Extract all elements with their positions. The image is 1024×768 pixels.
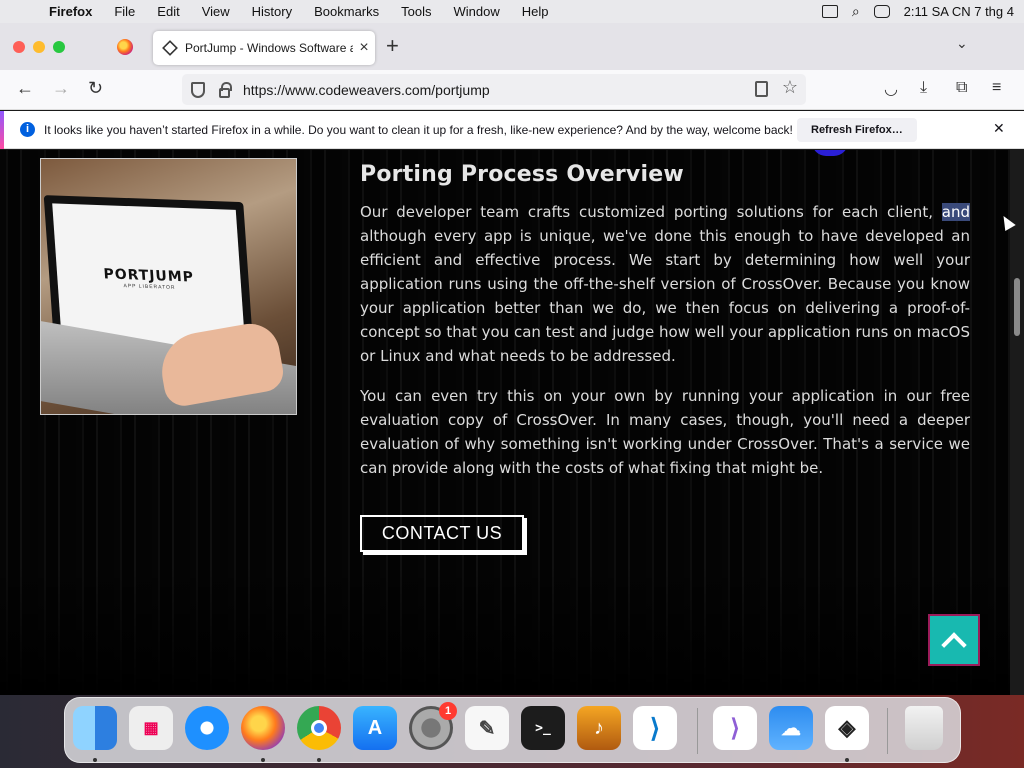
menu-file[interactable]: File (103, 0, 146, 23)
minimize-window-button[interactable] (33, 41, 45, 53)
navigation-bar: ← → ↻ https://www.codeweavers.com/portju… (0, 70, 1024, 110)
list-all-tabs-icon[interactable]: ⌄ (956, 35, 968, 52)
menu-app-name[interactable]: Firefox (38, 0, 103, 23)
section-title: Porting Process Overview (360, 162, 684, 187)
firefox-icon[interactable] (241, 706, 285, 750)
new-tab-icon[interactable]: + (386, 33, 399, 59)
bookmark-star-icon[interactable]: ☆ (782, 77, 798, 98)
finder-running-indicator (93, 758, 97, 762)
firefox-view-icon[interactable] (117, 39, 133, 55)
terminal-prompt-glyph: >_ (535, 720, 551, 736)
weather-icon[interactable]: ☁ (769, 706, 813, 750)
refresh-firefox-notification: i It looks like you haven’t started Fire… (0, 111, 1024, 149)
tab-strip: PortJump - Windows Software a × + ⌄ (0, 23, 1024, 70)
menu-tools[interactable]: Tools (390, 0, 442, 23)
macos-menu-bar: Firefox File Edit View History Bookmarks… (0, 0, 1024, 23)
decorative-blue-shape (812, 150, 848, 156)
notification-message: It looks like you haven’t started Firefo… (44, 122, 793, 137)
info-icon: i (20, 122, 35, 137)
screen-mirroring-icon[interactable] (821, 5, 838, 18)
menu-edit[interactable]: Edit (146, 0, 190, 23)
chrome-running-indicator (317, 758, 321, 762)
scrollbar-thumb[interactable] (1014, 278, 1020, 336)
dock-separator (697, 708, 698, 754)
close-notification-icon[interactable]: ✕ (993, 120, 1005, 137)
app-store-icon[interactable]: A (353, 706, 397, 750)
back-to-top-button[interactable] (928, 614, 980, 666)
selected-text: and (941, 203, 970, 221)
url-text[interactable]: https://www.codeweavers.com/portjump (243, 82, 490, 98)
tracking-protection-shield-icon[interactable] (191, 81, 205, 98)
refresh-firefox-button[interactable]: Refresh Firefox… (797, 118, 917, 142)
firefox-running-indicator (261, 758, 265, 762)
portjump-laptop-image: PORTJUMP APP LIBERATOR (40, 158, 297, 415)
menu-view[interactable]: View (191, 0, 241, 23)
extensions-icon[interactable]: ⧉ (956, 79, 967, 97)
codeweavers-favicon-icon (162, 40, 178, 56)
site-security-lock-icon[interactable] (219, 81, 232, 98)
dock-separator-trash (887, 708, 888, 754)
portjump-logo: PORTJUMP (103, 266, 195, 286)
trash-icon[interactable] (905, 706, 943, 750)
chrome-icon[interactable] (297, 706, 341, 750)
textedit-icon[interactable]: ✎ (465, 706, 509, 750)
settings-notification-badge: 1 (439, 702, 457, 720)
reader-view-icon[interactable] (755, 81, 768, 97)
paragraph-evaluation: You can even try this on your own by run… (360, 387, 970, 477)
pocket-icon[interactable]: ◡ (884, 79, 898, 99)
close-window-button[interactable] (13, 41, 25, 53)
paragraph-process-text-start: Our developer team crafts customized por… (360, 203, 942, 221)
macos-dock: ▦ A 1 ✎ >_ ♪ ⟩ ⟩ ☁ ◈ (64, 697, 961, 763)
paragraph-process-text-end: although every app is unique, we've done… (360, 227, 970, 365)
notification-accent (0, 111, 4, 149)
launchpad-icon[interactable]: ▦ (129, 706, 173, 750)
chevron-up-icon (941, 632, 967, 658)
page-scrollbar[interactable] (1010, 150, 1024, 695)
vscode-icon[interactable]: ⟩ (633, 706, 677, 750)
finder-icon[interactable] (73, 706, 117, 750)
menu-history[interactable]: History (241, 0, 303, 23)
reload-icon[interactable]: ↻ (88, 78, 103, 99)
paragraph-process: Our developer team crafts customized por… (360, 200, 970, 368)
crossover-running-indicator (845, 758, 849, 762)
menu-window[interactable]: Window (443, 0, 511, 23)
safari-icon[interactable] (185, 706, 229, 750)
app-menu-hamburger-icon[interactable]: ≡ (992, 79, 1001, 97)
tab-title: PortJump - Windows Software a (185, 41, 353, 55)
tab-portjump[interactable]: PortJump - Windows Software a × (153, 31, 375, 65)
back-icon[interactable]: ← (16, 78, 34, 99)
terminal-icon[interactable]: >_ (521, 706, 565, 750)
menu-help[interactable]: Help (511, 0, 560, 23)
menu-bookmarks[interactable]: Bookmarks (303, 0, 390, 23)
address-bar[interactable]: https://www.codeweavers.com/portjump ☆ (182, 74, 806, 105)
spotlight-search-icon[interactable]: ⌕ (852, 3, 860, 20)
close-tab-icon[interactable]: × (353, 39, 375, 57)
visual-studio-icon[interactable]: ⟩ (713, 706, 757, 750)
window-controls (13, 41, 65, 53)
garageband-icon[interactable]: ♪ (577, 706, 621, 750)
forward-icon[interactable]: → (52, 78, 70, 99)
downloads-icon[interactable]: ⤓ (920, 79, 927, 97)
zoom-window-button[interactable] (53, 41, 65, 53)
system-settings-icon[interactable]: 1 (409, 702, 457, 750)
crossover-icon[interactable]: ◈ (825, 706, 869, 750)
web-page-content: PORTJUMP APP LIBERATOR Porting Process O… (0, 150, 1010, 695)
control-center-icon[interactable] (873, 5, 890, 18)
menu-clock[interactable]: 2:11 SA CN 7 thg 4 (904, 4, 1014, 19)
contact-us-button[interactable]: CONTACT US (360, 515, 524, 552)
